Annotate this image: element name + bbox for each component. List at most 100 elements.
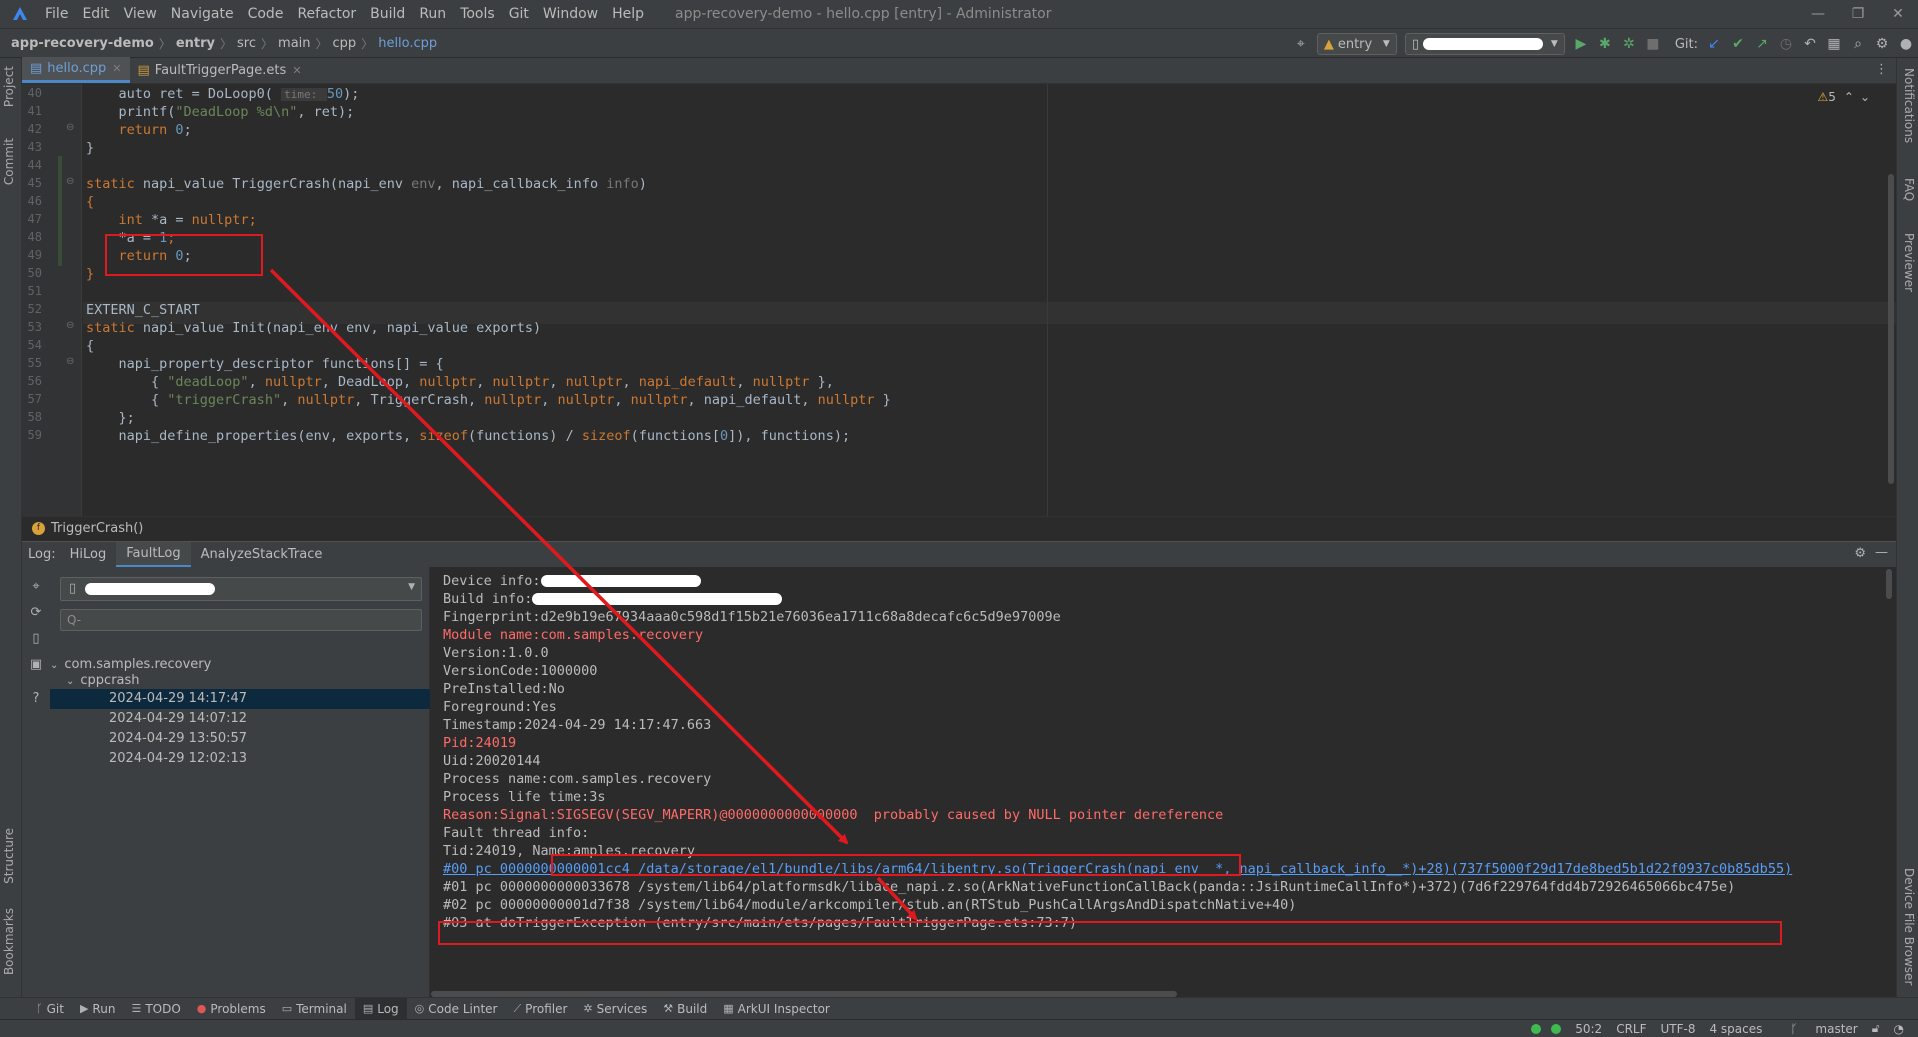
menu-code[interactable]: Code <box>241 6 291 22</box>
menu-window[interactable]: Window <box>536 6 605 22</box>
menu-help[interactable]: Help <box>605 6 651 22</box>
log-entry[interactable]: 2024-04-29 13:50:57 <box>109 731 247 746</box>
chevron-up-icon[interactable]: ⌃ <box>1844 90 1854 104</box>
tool-services[interactable]: ✲ Services <box>575 998 655 1020</box>
fold-icon[interactable]: ⊖ <box>66 176 74 187</box>
close-window-icon[interactable]: ✕ <box>1878 0 1918 28</box>
structure-tool-button[interactable]: Structure <box>2 828 16 884</box>
menu-view[interactable]: View <box>117 6 164 22</box>
fold-icon[interactable]: ⊖ <box>66 320 74 331</box>
refresh-icon[interactable]: ⟳ <box>28 605 44 621</box>
breadcrumb-project[interactable]: app-recovery-demo <box>8 36 157 51</box>
tool-todo[interactable]: ☰ TODO <box>123 998 188 1020</box>
close-tab-icon[interactable]: ✕ <box>292 64 301 77</box>
warnings-indicator[interactable]: ⚠5 ⌃ ⌄ <box>1817 90 1870 104</box>
restore-icon[interactable]: ❐ <box>1838 0 1878 28</box>
tree-root-node[interactable]: ⌄ com.samples.recovery <box>50 657 211 672</box>
lock-icon[interactable]: 🔓︎ <box>1872 1021 1880 1036</box>
line-separator[interactable]: CRLF <box>1616 1022 1646 1036</box>
tool-code-linter[interactable]: ◎ Code Linter <box>407 998 506 1020</box>
git-update-icon[interactable]: ↙ <box>1702 32 1726 56</box>
tool-problems[interactable]: ● Problems <box>189 998 274 1020</box>
tool-profiler[interactable]: ⟋ Profiler <box>505 998 575 1020</box>
target-icon[interactable]: ⌖ <box>28 579 44 595</box>
code-editor[interactable]: 40 41 42 43 44 45 46 47 48 49 50 51 52 53 54 55 56 57 58 59… <box>22 84 1896 516</box>
tab-hilog[interactable]: HiLog <box>60 542 117 568</box>
editor-scrollbar[interactable] <box>1888 174 1894 484</box>
tab-analyzestacktrace[interactable]: AnalyzeStackTrace <box>191 542 333 568</box>
history-icon[interactable]: ◷ <box>1774 32 1798 56</box>
log-entry[interactable]: 2024-04-29 14:17:47 <box>109 691 247 706</box>
tab-hello-cpp[interactable]: ▤ hello.cpp ✕ <box>22 57 130 83</box>
tab-faultlog[interactable]: FaultLog <box>116 541 191 568</box>
log-entry[interactable]: 2024-04-29 12:02:13 <box>109 751 247 766</box>
module-selector[interactable]: ▲ entry ▼ <box>1316 33 1397 55</box>
device-selector[interactable]: ▯ ▼ <box>1404 33 1565 55</box>
help-icon[interactable]: ? <box>28 691 44 707</box>
settings-icon[interactable]: ⚙ <box>1854 546 1866 561</box>
tool-log[interactable]: ▤ Log <box>354 997 407 1020</box>
stop-icon[interactable]: ■ <box>1641 32 1665 56</box>
git-branch[interactable]: ᚴ master <box>1776 1022 1857 1036</box>
tree-child-node[interactable]: ⌄ cppcrash <box>66 673 140 688</box>
breadcrumb-src[interactable]: src <box>234 36 259 51</box>
breadcrumb-main[interactable]: main <box>275 36 313 51</box>
log-entry[interactable]: 2024-04-29 14:07:12 <box>109 711 247 726</box>
menu-refactor[interactable]: Refactor <box>290 6 363 22</box>
tool-terminal[interactable]: ▭ Terminal <box>274 998 355 1020</box>
tool-run[interactable]: ▶ Run <box>72 998 123 1020</box>
device-file-browser-tool-button[interactable]: Device File Browser <box>1902 868 1916 985</box>
right-margin-guide <box>1047 84 1048 516</box>
menu-run[interactable]: Run <box>412 6 453 22</box>
menu-git[interactable]: Git <box>502 6 536 22</box>
menu-navigate[interactable]: Navigate <box>164 6 241 22</box>
log-scrollbar[interactable] <box>1886 569 1892 599</box>
project-structure-icon[interactable]: ▦ <box>1822 32 1846 56</box>
account-icon[interactable]: ● <box>1894 32 1918 56</box>
commit-tool-button[interactable]: Commit <box>2 138 16 185</box>
minimize-icon[interactable]: — <box>1798 0 1838 28</box>
notifications-tool-button[interactable]: Notifications <box>1902 68 1916 143</box>
attach-debugger-icon[interactable]: ✲ <box>1617 32 1641 56</box>
code-token: , <box>476 374 493 390</box>
debug-icon[interactable]: ✱ <box>1593 32 1617 56</box>
cursor-position[interactable]: 50:2 <box>1575 1022 1602 1036</box>
tab-faulttriggerpage[interactable]: ▤ FaultTriggerPage.ets ✕ <box>130 57 310 83</box>
menu-file[interactable]: File <box>38 6 75 22</box>
indent-setting[interactable]: 4 spaces <box>1709 1022 1762 1036</box>
fold-icon[interactable]: ⊖ <box>66 356 74 367</box>
breadcrumb-cpp[interactable]: cpp <box>330 36 360 51</box>
git-push-icon[interactable]: ↗ <box>1750 32 1774 56</box>
log-device-selector[interactable]: ▯ ▼ <box>60 577 422 601</box>
memory-icon[interactable]: ◔ <box>1894 1022 1904 1036</box>
rollback-icon[interactable]: ↶ <box>1798 32 1822 56</box>
tool-git[interactable]: ᚴ Git <box>28 998 72 1020</box>
tool-build[interactable]: ⚒ Build <box>655 998 715 1020</box>
more-options-icon[interactable]: ⋮ <box>1875 62 1888 77</box>
menu-edit[interactable]: Edit <box>75 6 116 22</box>
breadcrumb-module[interactable]: entry <box>173 36 218 51</box>
fold-icon[interactable]: ⊖ <box>66 122 74 133</box>
target-icon[interactable]: ⌖ <box>1289 32 1313 56</box>
hide-panel-icon[interactable]: — <box>1875 545 1888 560</box>
menu-tools[interactable]: Tools <box>453 6 502 22</box>
function-breadcrumb[interactable]: TriggerCrash() <box>51 521 143 536</box>
breadcrumb-file[interactable]: hello.cpp <box>375 36 440 51</box>
save-icon[interactable]: ▣ <box>28 657 44 673</box>
log-search-input[interactable]: Q- <box>60 609 422 631</box>
file-encoding[interactable]: UTF-8 <box>1661 1022 1696 1036</box>
settings-icon[interactable]: ⚙ <box>1870 32 1894 56</box>
fault-log-content[interactable]: Device info: Build info: Fingerprint:d2e9b… <box>431 567 1896 997</box>
faq-tool-button[interactable]: FAQ <box>1902 178 1916 201</box>
previewer-tool-button[interactable]: Previewer <box>1902 233 1916 292</box>
chevron-down-icon[interactable]: ⌄ <box>1860 90 1870 104</box>
bookmarks-tool-button[interactable]: Bookmarks <box>2 908 16 975</box>
search-icon[interactable]: ⌕ <box>1846 32 1870 56</box>
git-commit-icon[interactable]: ✔ <box>1726 32 1750 56</box>
run-icon[interactable]: ▶ <box>1569 32 1593 56</box>
menu-build[interactable]: Build <box>363 6 412 22</box>
close-tab-icon[interactable]: ✕ <box>112 62 121 75</box>
tool-arkui-inspector[interactable]: ▦ ArkUI Inspector <box>715 998 838 1020</box>
project-tool-button[interactable]: Project <box>2 66 16 107</box>
phone-icon[interactable]: ▯ <box>28 631 44 647</box>
